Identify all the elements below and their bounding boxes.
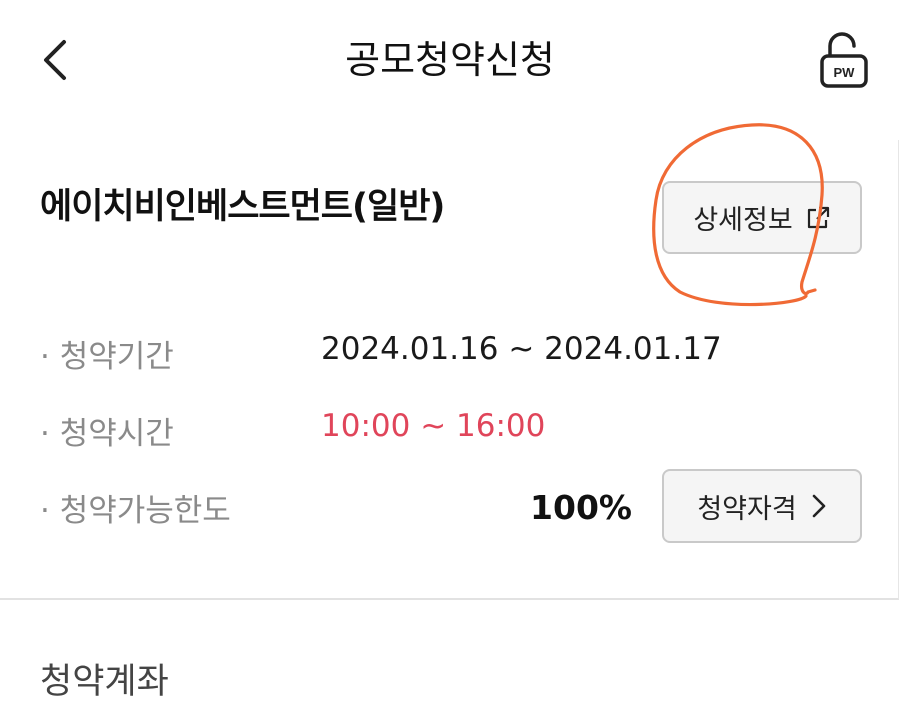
chevron-right-icon [812,494,825,518]
limit-label: · 청약가능한도 [40,493,231,529]
pw-label: PW [834,65,856,80]
detail-info-label: 상세정보 [693,205,793,236]
time-value: 10:00 ~ 16:00 [321,408,546,444]
app-header: 공모청약신청 PW [0,0,900,120]
period-label: · 청약기간 [40,339,174,375]
chevron-left-icon [44,40,66,80]
password-lock-button[interactable]: PW [812,28,876,92]
qualification-button[interactable]: 청약자격 [662,469,862,543]
period-value: 2024.01.16 ~ 2024.01.17 [321,331,722,367]
back-button[interactable] [30,32,82,88]
padlock-icon: PW [820,32,868,88]
detail-info-button[interactable]: 상세정보 [662,181,862,254]
product-name: 에이치비인베스트먼트(일반) [40,187,445,227]
time-label: · 청약시간 [40,416,174,452]
account-section-title: 청약계좌 [40,662,169,702]
limit-value: 100% [530,488,632,527]
external-link-icon [807,206,829,228]
page-title: 공모청약신청 [345,38,555,82]
qualification-label: 청약자격 [697,493,797,525]
